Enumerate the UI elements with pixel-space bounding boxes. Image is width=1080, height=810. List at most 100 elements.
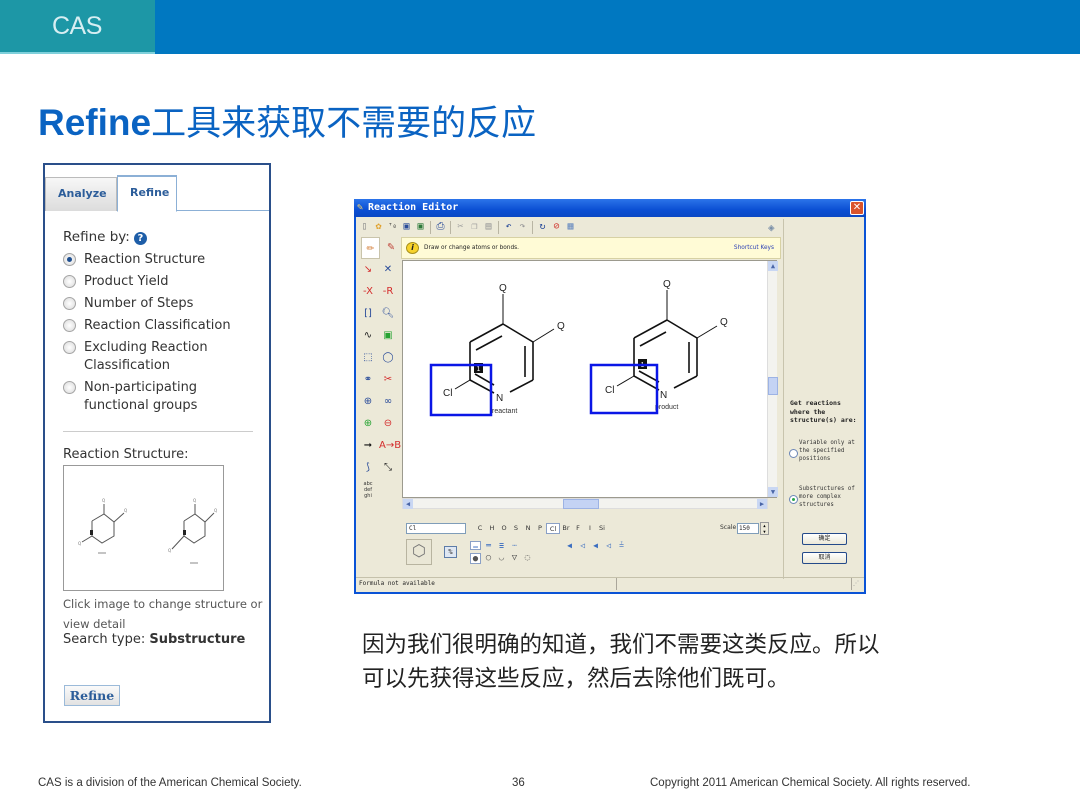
wedge-hash-icon[interactable]: ◁ — [577, 541, 588, 550]
ring-lock-icon[interactable]: ⊕ — [359, 393, 377, 411]
wedge-bold-icon[interactable]: ◀ — [564, 541, 575, 550]
element-button[interactable]: P — [534, 523, 546, 534]
radio-selected-icon[interactable] — [63, 253, 76, 266]
variable-x-tool-icon[interactable]: -X — [359, 283, 377, 301]
vertical-scrollbar[interactable]: ▲ ▼ — [767, 261, 778, 497]
shortcut-keys-link[interactable]: Shortcut Keys — [734, 238, 774, 258]
ok-button[interactable]: 确定 — [802, 533, 847, 545]
horizontal-scrollbar[interactable]: ◀ ▶ — [402, 498, 768, 509]
scale-spinner[interactable]: ▲ ▼ — [760, 522, 769, 535]
triple-bond-icon[interactable]: ≡ — [496, 541, 507, 550]
option-variable-only[interactable]: Variable only at the specified positions — [788, 439, 866, 463]
scroll-down-icon[interactable]: ▼ — [768, 487, 778, 497]
atom-tool-icon[interactable]: ↘ — [359, 261, 377, 279]
ring-6-icon[interactable]: ● — [470, 553, 481, 564]
element-button[interactable]: S — [510, 523, 522, 534]
save-icon[interactable]: ▣ — [400, 220, 413, 233]
scroll-left-icon[interactable]: ◀ — [403, 499, 413, 509]
reaction-structure-thumbnail[interactable]: Q Q Q Q Q Q — [63, 465, 224, 591]
copy-icon[interactable]: ❐ — [468, 220, 481, 233]
atom-map-icon[interactable]: ⟆ — [359, 459, 377, 477]
ring-n-icon[interactable]: ◌ — [522, 553, 533, 564]
ring-fused-icon[interactable]: ∞ — [379, 393, 397, 411]
undo-icon[interactable]: ↶ — [502, 220, 515, 233]
radio-selected-icon[interactable] — [789, 495, 798, 504]
radio-icon[interactable] — [63, 341, 76, 354]
option-non-participating-groups[interactable]: Non-participating functional groups — [63, 379, 263, 415]
selection-box-product[interactable] — [589, 363, 659, 415]
ring-4-icon[interactable]: ▽ — [509, 553, 520, 564]
bond-mark-icon[interactable]: ⤡ — [379, 459, 397, 477]
reaction-arrow-icon[interactable]: ➞ — [359, 437, 377, 455]
eraser-tool[interactable]: ✎ — [383, 239, 399, 257]
ez-bond-icon[interactable]: ≟ — [616, 541, 627, 550]
refine-button[interactable]: Refine — [64, 685, 120, 706]
add-charge-icon[interactable]: ⊕ — [359, 415, 377, 433]
shape-tool-icon[interactable]: ▣ — [379, 327, 397, 345]
radio-icon[interactable] — [63, 275, 76, 288]
option-reaction-structure[interactable]: Reaction Structure — [63, 251, 263, 269]
save-as-image-icon[interactable]: ▣ — [414, 220, 427, 233]
option-excluding-reaction-classification[interactable]: Excluding Reaction Classification — [63, 339, 263, 375]
option-product-yield[interactable]: Product Yield — [63, 273, 263, 291]
vertical-scroll-thumb[interactable] — [768, 377, 778, 395]
element-button[interactable]: F — [572, 523, 584, 534]
double-bond-icon[interactable]: ═ — [483, 541, 494, 550]
info-diamond-icon[interactable]: ◈ — [768, 221, 775, 234]
mapping-arrow-icon[interactable]: A→B — [379, 437, 401, 455]
scroll-up-icon[interactable]: ▲ — [768, 261, 778, 271]
radio-icon[interactable] — [789, 449, 798, 458]
print-icon[interactable]: ⎙ — [434, 220, 447, 233]
calculator-icon[interactable]: ▦ — [564, 220, 577, 233]
remove-charge-icon[interactable]: ⊖ — [379, 415, 397, 433]
horizontal-scroll-thumb[interactable] — [563, 499, 599, 509]
paste-icon[interactable]: ▤ — [482, 220, 495, 233]
any-bond-icon[interactable]: ┄ — [509, 541, 520, 550]
tab-refine[interactable]: Refine — [117, 175, 177, 212]
benzene-ring-icon[interactable]: ⬡ — [406, 539, 432, 565]
close-button[interactable]: ✕ — [850, 201, 864, 215]
ring-5-icon[interactable]: ◡ — [496, 553, 507, 564]
element-button[interactable]: Si — [596, 523, 608, 534]
wedge-bold-2-icon[interactable]: ◀ — [590, 541, 601, 550]
element-button[interactable]: O — [498, 523, 510, 534]
element-button[interactable]: Br — [560, 523, 572, 534]
option-substructures[interactable]: Substructures of more complex structures — [788, 485, 866, 509]
ring-hexagon-icon[interactable]: ○ — [483, 553, 494, 564]
element-button[interactable]: I — [584, 523, 596, 534]
bond-cut-icon[interactable]: ✂ — [379, 371, 397, 389]
new-icon[interactable]: ▯ — [358, 220, 371, 233]
drawing-canvas[interactable]: Q Q Cl N Q Q Cl N reactant product 1 1 — [402, 260, 777, 498]
single-bond-icon[interactable]: — — [470, 541, 481, 551]
charge-percent-icon[interactable]: % — [444, 546, 457, 558]
refresh-icon[interactable]: ↻ — [536, 220, 549, 233]
tab-analyze[interactable]: Analyze — [45, 177, 117, 211]
element-button[interactable]: N — [522, 523, 534, 534]
rect-select-icon[interactable]: ⬚ — [359, 349, 377, 367]
radio-icon[interactable] — [63, 297, 76, 310]
text-atom-icon[interactable]: ᵀ₀ — [386, 220, 399, 233]
element-button[interactable]: C — [474, 523, 486, 534]
element-button[interactable]: H — [486, 523, 498, 534]
abbreviation-tool-icon[interactable]: abc def ghi — [359, 481, 377, 499]
open-template-icon[interactable]: ✿ — [372, 220, 385, 233]
window-titlebar[interactable]: ✎ Reaction Editor ✕ — [354, 199, 866, 217]
draw-pencil-tool[interactable]: ✏ — [361, 237, 380, 259]
help-icon[interactable]: ? — [133, 232, 147, 245]
chain-tool-icon[interactable]: ∿ — [359, 327, 377, 345]
wedge-hash-2-icon[interactable]: ◁ — [603, 541, 614, 550]
radio-icon[interactable] — [63, 319, 76, 332]
cut-icon[interactable]: ✂ — [454, 220, 467, 233]
radio-icon[interactable] — [63, 381, 76, 394]
scale-input[interactable]: 150 — [737, 523, 759, 534]
option-number-of-steps[interactable]: Number of Steps — [63, 295, 263, 313]
clear-icon[interactable]: ⊘ — [550, 220, 563, 233]
lasso-select-icon[interactable]: ◯ — [379, 349, 397, 367]
resize-grip-icon[interactable]: ⋰ — [853, 579, 862, 588]
bracket-tool-icon[interactable]: [] — [359, 305, 377, 323]
bond-lock-icon[interactable]: ⚭ — [359, 371, 377, 389]
r-group-tool-icon[interactable]: -R — [379, 283, 397, 301]
zoom-atom-tool-icon[interactable]: 🔍︎ — [379, 305, 397, 323]
redo-icon[interactable]: ↷ — [516, 220, 529, 233]
cancel-button[interactable]: 取消 — [802, 552, 847, 564]
